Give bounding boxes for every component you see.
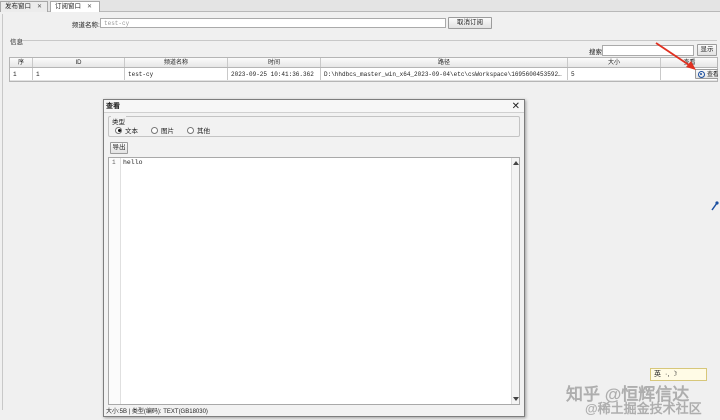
close-icon[interactable]: ✕ [87, 4, 92, 10]
status-bar: 大小:5B | 类型(编码): TEXT(GB18030) [106, 409, 208, 415]
ime-glyphs: ·, ☽ [665, 371, 678, 378]
line-gutter: 1 [109, 158, 121, 404]
cell-id: 1 [33, 68, 125, 80]
tab-publish-window[interactable]: 发布窗口 ✕ [0, 1, 48, 12]
cell-size: 5 [568, 68, 661, 80]
dialog-title: 查看 [104, 100, 524, 113]
eye-icon [698, 70, 705, 78]
radio-selected-icon [115, 126, 122, 134]
tab-subscribe-window[interactable]: 订阅窗口 ✕ [50, 1, 100, 12]
col-path[interactable]: 路径 [321, 58, 568, 67]
line-number: 1 [112, 159, 116, 166]
type-group: 类型 文本 图片 其他 [108, 116, 520, 137]
cell-channel: test-cy [125, 68, 228, 80]
radio-unselected-icon [187, 126, 194, 134]
vertical-scrollbar[interactable] [511, 158, 519, 404]
view-dialog: 查看 ✕ 类型 文本 图片 其他 导出 1 hello 大小:5B | 类型(编… [103, 99, 525, 417]
search-label: 搜索 [589, 49, 602, 56]
col-time[interactable]: 时间 [228, 58, 321, 67]
radio-label: 其他 [197, 128, 210, 135]
scroll-down-icon[interactable] [513, 397, 519, 401]
tab-bar: 发布窗口 ✕ 订阅窗口 ✕ [0, 0, 720, 12]
cell-seq: 1 [10, 68, 33, 80]
cell-time: 2023-09-25 10:41:36.362 [228, 68, 321, 80]
show-button[interactable]: 显示 [697, 44, 717, 56]
editor-content[interactable]: hello [123, 159, 143, 166]
unsubscribe-button[interactable]: 取消订阅 [448, 17, 492, 29]
radio-other[interactable]: 其他 [187, 125, 210, 135]
export-button[interactable]: 导出 [110, 142, 128, 154]
cell-path: D:\hhdbcs_master_win_x64_2023-09-04\etc\… [321, 68, 568, 80]
scroll-up-icon[interactable] [513, 161, 519, 165]
radio-label: 图片 [161, 128, 174, 135]
ime-lang: 英 [654, 371, 661, 378]
col-seq[interactable]: 序 [10, 58, 33, 67]
table-header: 序 ID 频道名称 时间 路径 大小 查看 [10, 58, 717, 68]
resize-handle-icon[interactable] [711, 200, 719, 212]
table-row[interactable]: 1 1 test-cy 2023-09-25 10:41:36.362 D:\h… [10, 68, 718, 81]
close-icon[interactable]: ✕ [37, 4, 42, 10]
col-size[interactable]: 大小 [568, 58, 661, 67]
channel-name-label: 频道名称: [72, 22, 100, 29]
radio-unselected-icon [151, 126, 158, 134]
radio-image[interactable]: 图片 [151, 125, 174, 135]
message-table: 序 ID 频道名称 时间 路径 大小 查看 1 1 test-cy 2023-0… [9, 57, 718, 82]
left-border [2, 14, 3, 410]
view-button-label: 查看 [707, 70, 718, 78]
close-icon[interactable]: ✕ [512, 100, 520, 113]
channel-name-input[interactable]: test-cy [100, 18, 446, 28]
info-divider [22, 40, 717, 41]
col-id[interactable]: ID [33, 58, 125, 67]
info-label: 信息 [10, 39, 23, 46]
tab-label: 订阅窗口 [55, 3, 81, 10]
content-editor[interactable]: 1 hello [108, 157, 520, 405]
radio-text[interactable]: 文本 [115, 125, 138, 135]
annotation-arrow-icon [655, 42, 696, 70]
watermark-juejin: @稀土掘金技术社区 [585, 401, 702, 416]
view-button[interactable]: 查看 [695, 69, 718, 79]
col-channel[interactable]: 频道名称 [125, 58, 228, 67]
tab-label: 发布窗口 [5, 3, 31, 10]
radio-label: 文本 [125, 128, 138, 135]
